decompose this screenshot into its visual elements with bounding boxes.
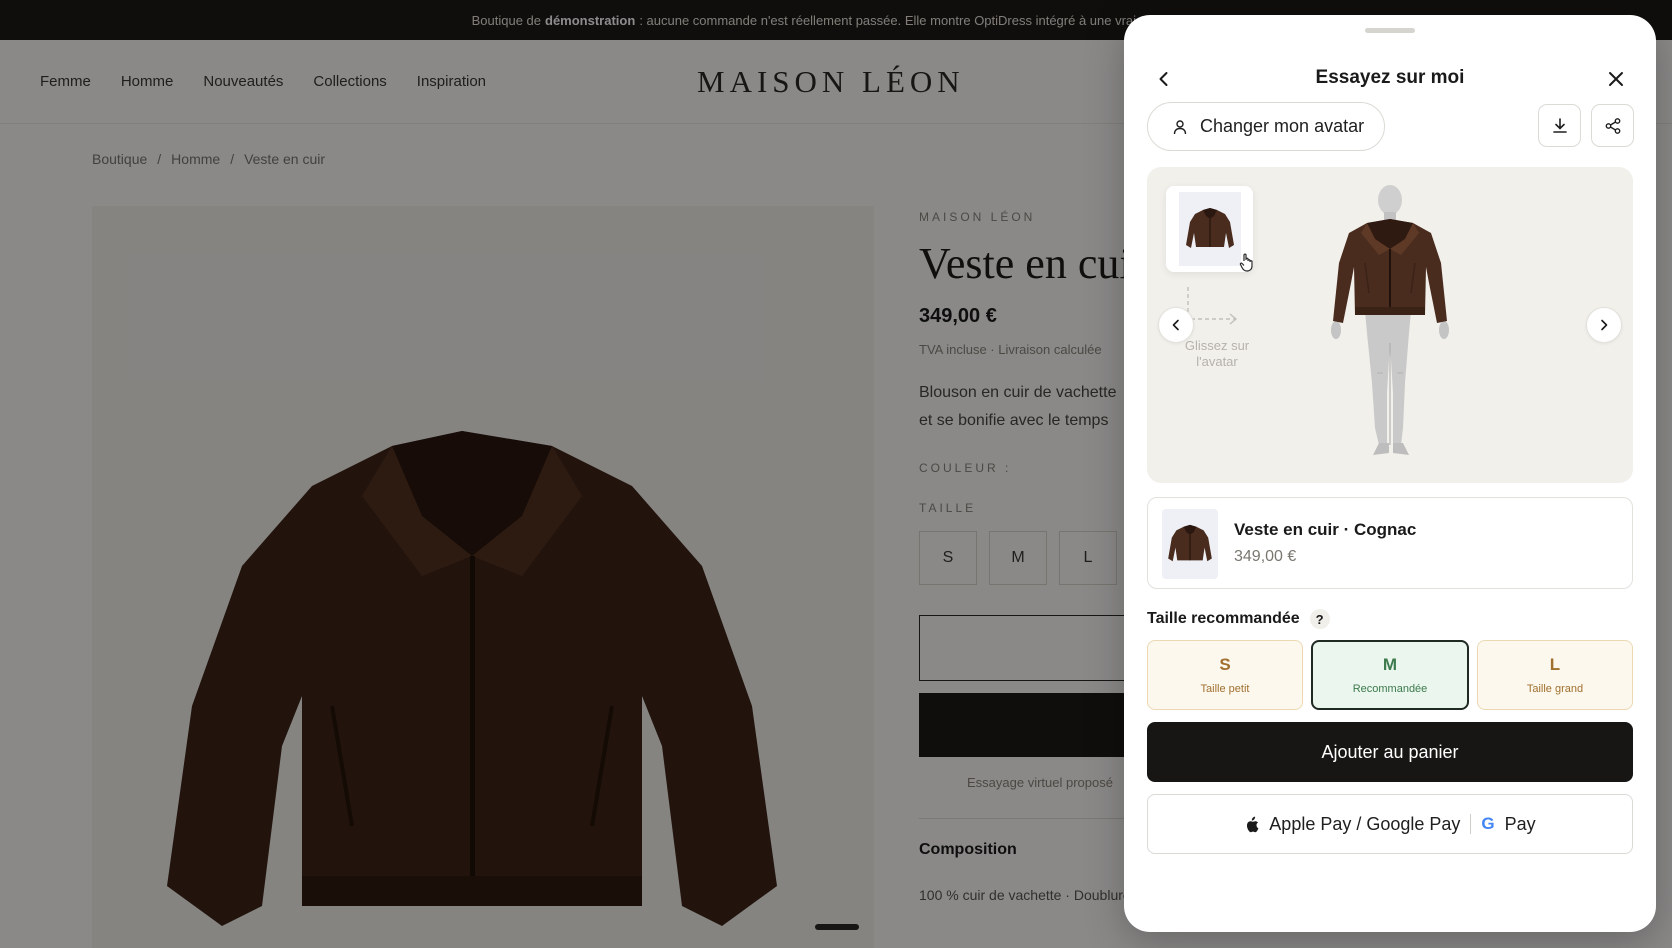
- google-pay-label: Pay: [1504, 813, 1536, 834]
- size-option-s[interactable]: S Taille petit: [1147, 640, 1303, 710]
- share-icon: [1605, 117, 1620, 134]
- size-note: Taille petit: [1200, 683, 1250, 695]
- drag-hint: Glissez sur l'avatar: [1167, 338, 1267, 370]
- express-pay-button[interactable]: Apple Pay / Google Pay G Pay: [1147, 794, 1633, 854]
- try-on-viewer[interactable]: Glissez sur l'avatar: [1147, 167, 1633, 483]
- product-card-thumbnail: [1162, 509, 1218, 579]
- size-letter: M: [1382, 655, 1398, 674]
- next-view-button[interactable]: [1586, 307, 1622, 343]
- modal-title: Essayez sur moi: [1315, 67, 1465, 88]
- size-help-button[interactable]: ?: [1309, 609, 1330, 629]
- download-icon: [1552, 117, 1567, 133]
- change-avatar-label: Changer mon avatar: [1200, 116, 1365, 136]
- jacket-thumbnail-image: [1185, 208, 1234, 248]
- size-recommendation-options: S Taille petit M Recommandée L Taille gr…: [1147, 640, 1633, 710]
- jacket-card-image: [1168, 524, 1212, 562]
- product-card-name: Veste en cuir · Cognac: [1234, 520, 1417, 539]
- size-option-m-recommended[interactable]: M Recommandée: [1311, 640, 1469, 710]
- express-pay-label: Apple Pay / Google Pay: [1269, 813, 1461, 834]
- google-g-icon: G: [1481, 814, 1495, 833]
- apple-icon: [1247, 816, 1259, 832]
- download-button[interactable]: [1538, 104, 1581, 147]
- size-note: Taille grand: [1526, 683, 1584, 695]
- size-option-l[interactable]: L Taille grand: [1477, 640, 1633, 710]
- user-icon: [1173, 119, 1187, 134]
- close-icon: [1609, 72, 1623, 86]
- drag-hint-line: l'avatar: [1196, 354, 1238, 369]
- add-to-cart-button[interactable]: Ajouter au panier: [1147, 722, 1633, 782]
- avatar-3d-model: [1331, 185, 1449, 455]
- pay-separator: [1470, 814, 1472, 834]
- size-letter: S: [1219, 655, 1231, 674]
- close-button[interactable]: [1598, 61, 1634, 97]
- try-on-modal: Essayez sur moi Changer mon avatar Gliss…: [1124, 15, 1656, 932]
- hand-pointer-icon: [1239, 253, 1253, 272]
- chevron-left-icon: [1172, 319, 1179, 331]
- garment-thumbnail-image: [1178, 192, 1241, 266]
- size-letter: L: [1549, 655, 1561, 674]
- recommended-size-heading: Taille recommandée ?: [1147, 609, 1330, 629]
- previous-view-button[interactable]: [1158, 307, 1194, 343]
- size-note: Recommandée: [1352, 683, 1428, 695]
- modal-header: Essayez sur moi: [1124, 51, 1656, 107]
- recommended-size-label: Taille recommandée: [1147, 610, 1300, 627]
- change-avatar-button[interactable]: Changer mon avatar: [1147, 102, 1386, 151]
- chevron-right-icon: [1601, 319, 1608, 331]
- product-summary-card: Veste en cuir · Cognac 349,00 €: [1147, 497, 1633, 589]
- modal-grabber[interactable]: [1365, 28, 1415, 33]
- product-card-price: 349,00 €: [1234, 548, 1297, 565]
- share-button[interactable]: [1591, 104, 1634, 147]
